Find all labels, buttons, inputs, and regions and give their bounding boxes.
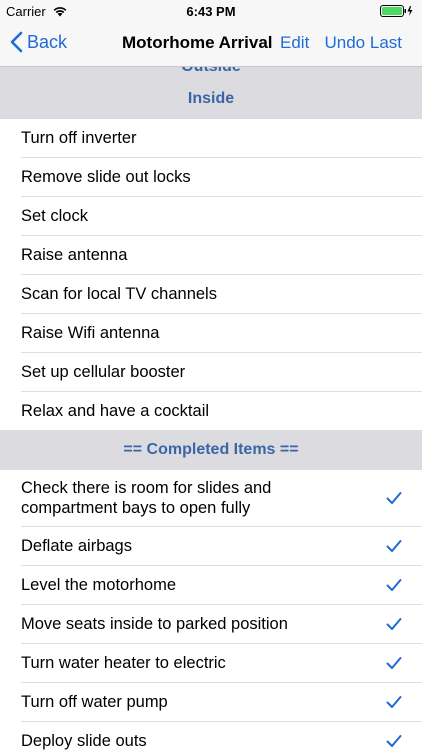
list-item[interactable]: Set clock	[21, 197, 422, 236]
back-button-label: Back	[27, 31, 68, 52]
checkmark-icon	[386, 735, 402, 747]
checklist-table[interactable]: Outside Inside Turn off inverter Remove …	[0, 66, 422, 750]
list-item[interactable]: Set up cellular booster	[21, 353, 422, 392]
section-header-outside-label: Outside	[181, 66, 241, 75]
checkmark-icon	[386, 657, 402, 669]
list-item[interactable]: Relax and have a cocktail	[0, 392, 422, 430]
section-header-inside: Inside	[0, 79, 422, 119]
completed-list-item[interactable]: Level the motorhome	[21, 566, 422, 605]
status-time: 6:43 PM	[186, 4, 236, 19]
checkmark-icon	[386, 492, 402, 504]
checkmark-icon	[386, 540, 402, 552]
completed-list-item[interactable]: Turn off water pump	[21, 683, 422, 722]
list-item[interactable]: Remove slide out locks	[21, 158, 422, 197]
section-header-outside: Outside	[0, 66, 422, 79]
section-header-completed: == Completed Items ==	[0, 430, 422, 470]
battery-icon	[380, 5, 414, 20]
checkmark-icon	[386, 696, 402, 708]
chevron-left-icon	[10, 31, 23, 53]
completed-list-item[interactable]: Deflate airbags	[21, 527, 422, 566]
list-item[interactable]: Raise antenna	[21, 236, 422, 275]
list-item[interactable]: Turn off inverter	[21, 119, 422, 158]
list-item[interactable]: Raise Wifi antenna	[21, 314, 422, 353]
completed-list-item[interactable]: Turn water heater to electric	[21, 644, 422, 683]
page-title: Motorhome Arrival	[122, 33, 273, 52]
checkmark-icon	[386, 579, 402, 591]
completed-list-item[interactable]: Check there is room for slides and compa…	[21, 470, 422, 527]
back-button[interactable]: Back	[10, 31, 67, 53]
edit-button[interactable]: Edit	[280, 33, 309, 53]
completed-list-item[interactable]: Deploy slide outs	[21, 722, 422, 750]
status-bar: Carrier 6:43 PM	[0, 0, 422, 22]
checkmark-icon	[386, 618, 402, 630]
navigation-bar: Back Motorhome Arrival Edit Undo Last	[0, 22, 422, 66]
list-item[interactable]: Scan for local TV channels	[21, 275, 422, 314]
completed-list-item[interactable]: Move seats inside to parked position	[21, 605, 422, 644]
undo-last-button[interactable]: Undo Last	[325, 33, 403, 53]
